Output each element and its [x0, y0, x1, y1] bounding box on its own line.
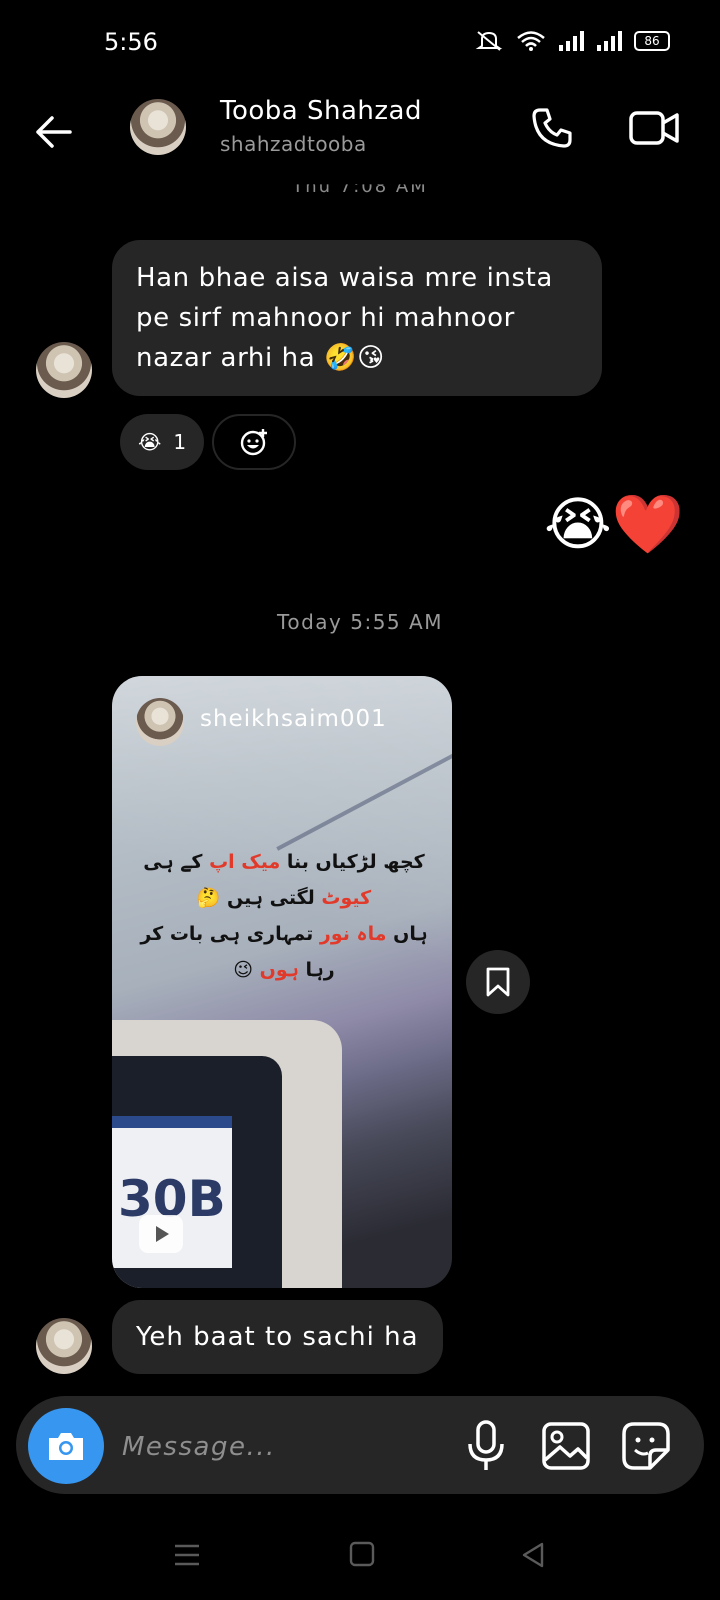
sender-avatar[interactable]: [36, 342, 92, 398]
wifi-icon: [517, 31, 545, 51]
status-time: 5:56: [104, 28, 158, 56]
sender-avatar-2[interactable]: [36, 1318, 92, 1374]
bookmark-icon: [486, 967, 510, 997]
home-icon[interactable]: [348, 1540, 376, 1568]
reel-caption-overlay: کچھ لڑکیاں بنا میک اپ کے ہی کیوٹ لگتی ہی…: [134, 844, 434, 988]
gallery-icon[interactable]: [540, 1420, 592, 1472]
microphone-icon[interactable]: [462, 1418, 510, 1474]
add-reaction-button[interactable]: [212, 414, 296, 470]
shared-reel[interactable]: sheikhsaim001 کچھ لڑکیاں بنا میک اپ کے ہ…: [112, 676, 452, 1288]
reel-caption-line-2: ہاں ماہ نور تمہاری ہی بات کر رہا ہوں 😉: [140, 923, 428, 981]
reel-play-icon: [139, 1215, 183, 1253]
reaction-count: 1: [173, 430, 187, 454]
contact-name[interactable]: Tooba Shahzad: [220, 96, 422, 126]
sticker-icon[interactable]: [620, 1420, 672, 1472]
received-message-2[interactable]: Yeh baat to sachi ha: [112, 1300, 443, 1374]
battery-indicator: 86: [634, 31, 670, 51]
contact-username[interactable]: shahzadtooba: [220, 132, 367, 156]
back-arrow-icon[interactable]: [30, 108, 78, 156]
reaction-emoji: 😭: [137, 430, 162, 454]
system-back-icon[interactable]: [518, 1540, 548, 1570]
add-emoji-icon: [240, 429, 267, 456]
message-reaction[interactable]: 😭 1: [120, 414, 204, 470]
recent-apps-icon[interactable]: [172, 1540, 202, 1570]
camera-button[interactable]: [28, 1408, 104, 1484]
reel-caption-line-1: کچھ لڑکیاں بنا میک اپ کے ہی کیوٹ لگتی ہی…: [143, 851, 425, 909]
reel-author-avatar[interactable]: [136, 698, 184, 746]
date-separator: Today 5:55 AM: [277, 610, 443, 634]
message-input[interactable]: [120, 1426, 424, 1468]
status-icons: 86: [474, 30, 670, 52]
video-call-icon[interactable]: [628, 104, 680, 152]
contact-avatar[interactable]: [130, 99, 186, 155]
reel-author-username[interactable]: sheikhsaim001: [200, 706, 387, 732]
signal-icon: [559, 31, 584, 51]
camera-icon: [49, 1433, 83, 1460]
received-message[interactable]: Han bhae aisa waisa mre insta pe sirf ma…: [112, 240, 602, 396]
mute-icon: [475, 31, 503, 51]
phone-call-icon[interactable]: [528, 104, 576, 152]
sent-emoji-message[interactable]: 😭❤️: [544, 492, 684, 556]
save-reel-button[interactable]: [466, 950, 530, 1014]
signal-icon-2: [597, 31, 622, 51]
partial-timestamp: Thu 7:08 AM: [292, 176, 428, 197]
